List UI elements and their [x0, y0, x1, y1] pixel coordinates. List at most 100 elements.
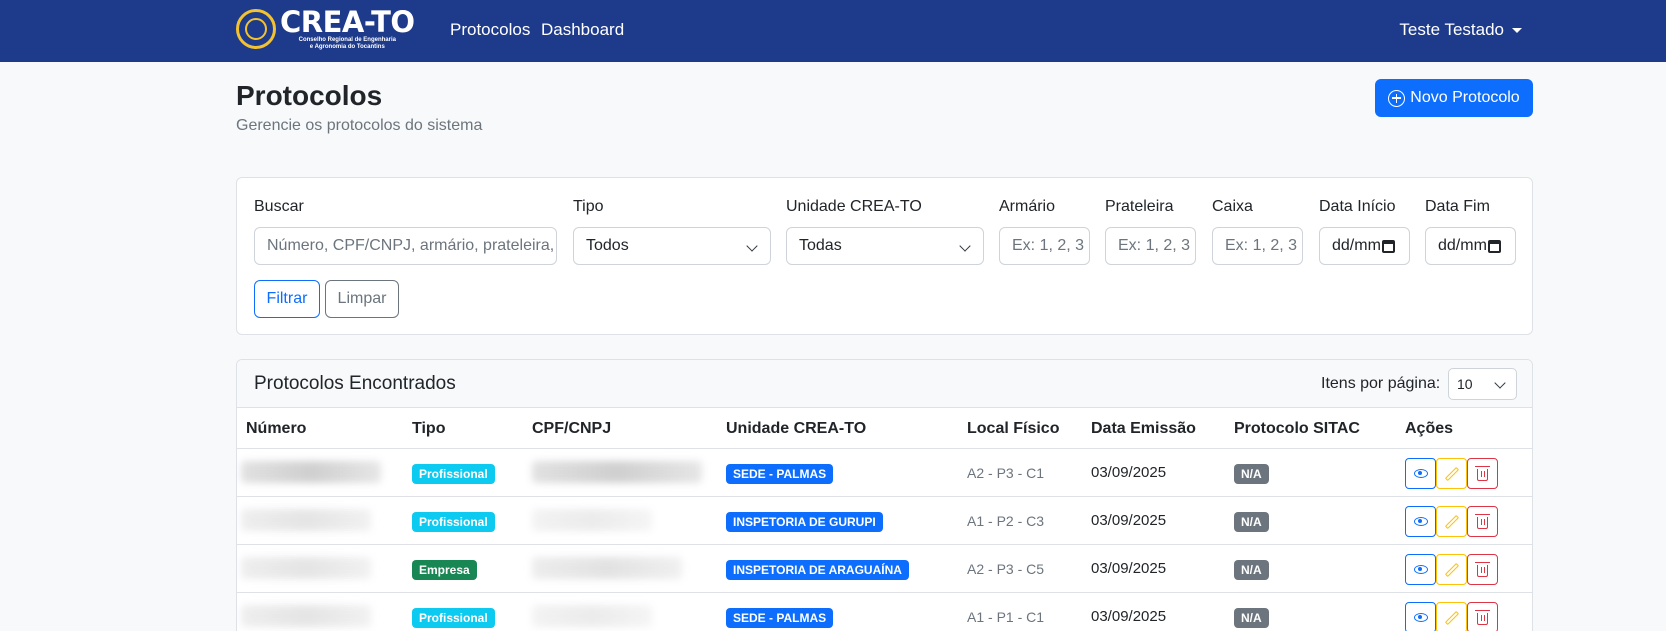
clear-button[interactable]: Limpar [325, 280, 399, 318]
local-fisico: A1 - P1 - C1 [967, 609, 1045, 625]
row-actions [1405, 458, 1498, 489]
user-name: Teste Testado [1399, 20, 1504, 39]
column-header-data-emissao[interactable]: Data Emissão [1091, 420, 1196, 438]
brand-name: CREA-TO [280, 5, 415, 39]
view-button[interactable] [1405, 554, 1436, 585]
cabinet-label: Armário [999, 198, 1056, 215]
results-title: Protocolos Encontrados [254, 373, 456, 394]
type-select-value: Todos [586, 237, 629, 254]
edit-button[interactable] [1436, 506, 1467, 537]
redacted-numero [241, 509, 371, 531]
results-card: Protocolos Encontrados Itens por página:… [236, 359, 1533, 631]
shelf-placeholder: Ex: 1, 2, 3 [1118, 237, 1191, 254]
local-fisico: A2 - P3 - C1 [967, 465, 1045, 481]
sitac-badge: N/A [1234, 464, 1269, 484]
search-input[interactable]: Número, CPF/CNPJ, armário, prateleira, [254, 227, 557, 265]
calendar-icon[interactable] [1381, 239, 1395, 253]
page-subtitle: Gerencie os protocolos do sistema [236, 117, 483, 134]
box-input[interactable]: Ex: 1, 2, 3 [1212, 227, 1303, 265]
results-header: Protocolos Encontrados Itens por página:… [237, 360, 1532, 408]
user-menu-toggle[interactable]: Teste Testado [1399, 20, 1522, 40]
end-date-input[interactable]: dd/mm [1425, 227, 1516, 265]
edit-button[interactable] [1436, 554, 1467, 585]
search-label: Buscar [254, 198, 304, 215]
caret-down-icon [1512, 27, 1522, 33]
table-row[interactable]: Profissional INSPETORIA DE GURUPI A1 - P… [237, 497, 1532, 545]
unit-badge: SEDE - PALMAS [726, 608, 834, 628]
sitac-badge: N/A [1234, 512, 1269, 532]
data-emissao: 03/09/2025 [1091, 464, 1167, 481]
type-badge: Empresa [412, 560, 477, 580]
page-title: Protocolos [236, 80, 383, 111]
trash-icon [1475, 466, 1490, 481]
pencil-icon [1444, 610, 1459, 625]
column-header-protocolo-sitac[interactable]: Protocolo SITAC [1234, 420, 1360, 438]
sitac-badge: N/A [1234, 560, 1269, 580]
box-placeholder: Ex: 1, 2, 3 [1225, 237, 1298, 254]
eye-icon [1413, 565, 1428, 574]
delete-button[interactable] [1467, 554, 1498, 585]
view-button[interactable] [1405, 602, 1436, 631]
start-date-input[interactable]: dd/mm [1319, 227, 1410, 265]
pencil-icon [1444, 562, 1459, 577]
unit-select-value: Todas [799, 237, 842, 254]
local-fisico: A1 - P2 - C3 [967, 513, 1045, 529]
pencil-icon [1444, 466, 1459, 481]
table-row[interactable]: Empresa INSPETORIA DE ARAGUAÍNA A2 - P3 … [237, 545, 1532, 593]
data-emissao: 03/09/2025 [1091, 560, 1167, 577]
view-button[interactable] [1405, 506, 1436, 537]
chevron-down-icon [746, 240, 758, 252]
eye-icon [1413, 517, 1428, 526]
new-protocol-button[interactable]: Novo Protocolo [1375, 79, 1533, 117]
eye-icon [1413, 469, 1428, 478]
redacted-cpf-cnpj [532, 605, 652, 627]
row-actions [1405, 602, 1498, 631]
cabinet-placeholder: Ex: 1, 2, 3 [1012, 237, 1085, 254]
view-button[interactable] [1405, 458, 1436, 489]
column-header-local-fisico[interactable]: Local Físico [967, 420, 1059, 438]
type-badge: Profissional [412, 464, 495, 484]
search-placeholder: Número, CPF/CNPJ, armário, prateleira, [267, 237, 555, 254]
nav-link-dashboard[interactable]: Dashboard [541, 20, 624, 40]
calendar-icon[interactable] [1487, 239, 1501, 253]
trash-icon [1475, 610, 1490, 625]
column-header-cpf-cnpj[interactable]: CPF/CNPJ [532, 420, 611, 438]
type-select[interactable]: Todos [573, 227, 771, 265]
unit-label: Unidade CREA-TO [786, 198, 922, 215]
per-page-label: Itens por página: [1321, 375, 1441, 392]
crea-to-logo[interactable]: CREA-TO Conselho Regional de Engenharia … [236, 7, 415, 51]
chevron-down-icon [1494, 377, 1506, 389]
edit-button[interactable] [1436, 458, 1467, 489]
redacted-cpf-cnpj [532, 509, 652, 531]
per-page-select[interactable]: 10 [1448, 368, 1517, 400]
brand-subtitle-2: e Agronomia do Tocantins [309, 44, 385, 50]
table-row[interactable]: Profissional SEDE - PALMAS A1 - P1 - C1 … [237, 593, 1532, 631]
nav-link-protocolos[interactable]: Protocolos [450, 20, 530, 40]
redacted-cpf-cnpj [532, 557, 682, 579]
column-header-acoes: Ações [1405, 420, 1454, 437]
column-header-tipo[interactable]: Tipo [412, 420, 445, 438]
filter-button[interactable]: Filtrar [254, 280, 320, 318]
shelf-input[interactable]: Ex: 1, 2, 3 [1105, 227, 1196, 265]
table-row[interactable]: Profissional SEDE - PALMAS A2 - P3 - C1 … [237, 449, 1532, 497]
table-header: Número Tipo CPF/CNPJ Unidade CREA-TO Loc… [237, 408, 1532, 449]
type-badge: Profissional [412, 608, 495, 628]
delete-button[interactable] [1467, 506, 1498, 537]
brand-subtitle-1: Conselho Regional de Engenharia [298, 37, 396, 43]
new-protocol-label: Novo Protocolo [1410, 89, 1520, 106]
type-badge: Profissional [412, 512, 495, 532]
unit-badge: INSPETORIA DE GURUPI [726, 512, 883, 532]
shelf-label: Prateleira [1105, 198, 1174, 215]
column-header-numero[interactable]: Número [246, 420, 306, 438]
type-label: Tipo [573, 198, 604, 215]
data-emissao: 03/09/2025 [1091, 512, 1167, 529]
navbar: CREA-TO Conselho Regional de Engenharia … [0, 0, 1666, 62]
box-label: Caixa [1212, 198, 1253, 215]
delete-button[interactable] [1467, 602, 1498, 631]
edit-button[interactable] [1436, 602, 1467, 631]
delete-button[interactable] [1467, 458, 1498, 489]
unit-badge: SEDE - PALMAS [726, 464, 834, 484]
column-header-unidade[interactable]: Unidade CREA-TO [726, 420, 866, 438]
unit-select[interactable]: Todas [786, 227, 984, 265]
cabinet-input[interactable]: Ex: 1, 2, 3 [999, 227, 1090, 265]
